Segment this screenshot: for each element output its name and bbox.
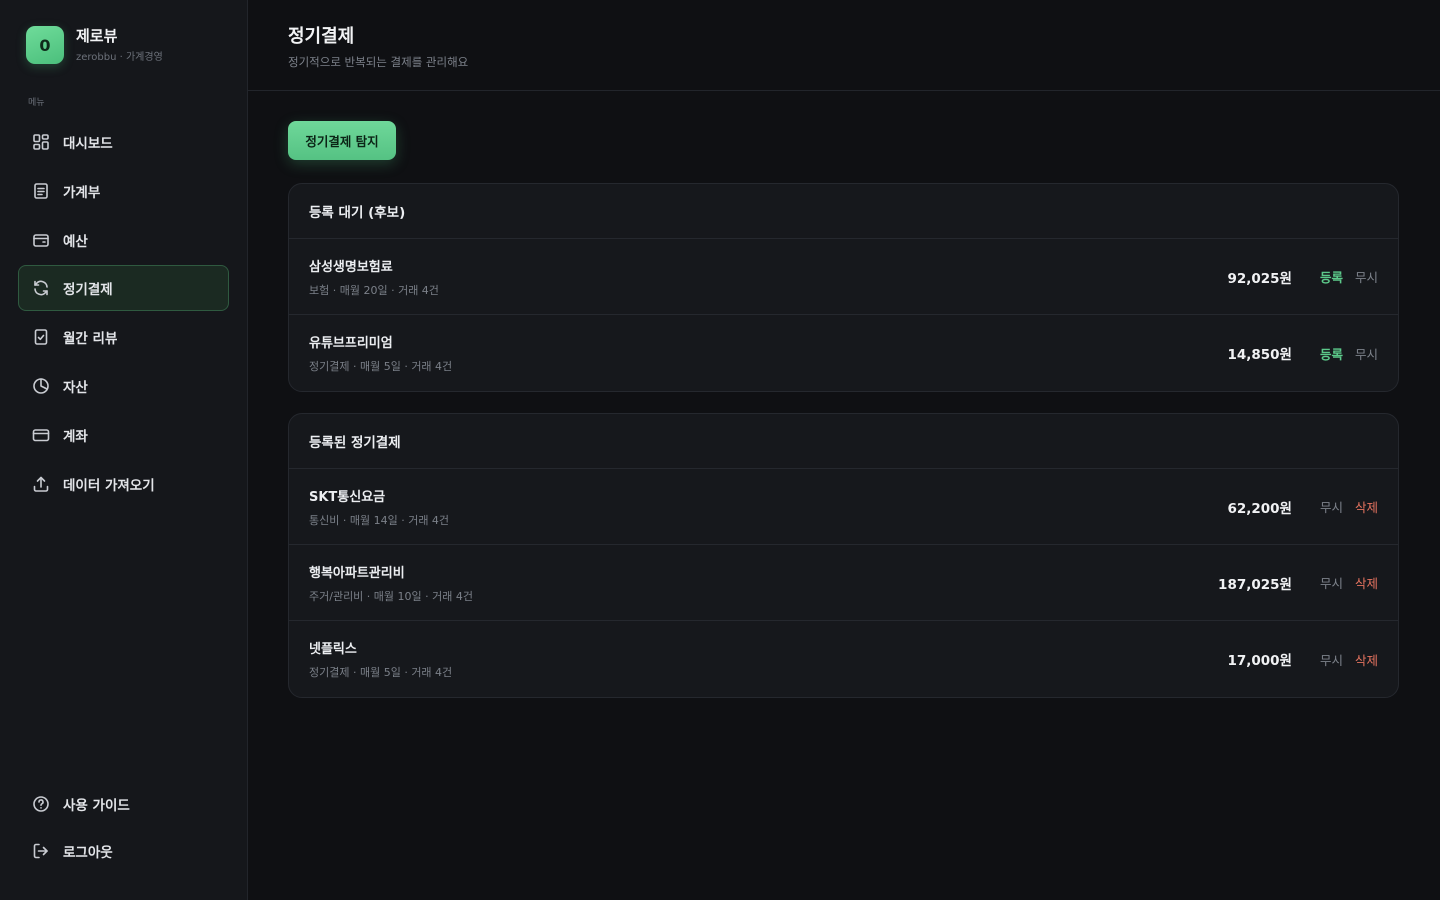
row-amount: 187,025원 [1218,576,1292,593]
brand-name: 제로뷰 [76,27,118,45]
row-name: 유튜브프리미엄 [309,336,393,351]
checklist-icon [32,328,50,346]
ignore-button[interactable]: 무시 [1320,650,1343,669]
sidebar-item-label: 계좌 [63,428,88,445]
ignore-button[interactable]: 무시 [1320,497,1343,516]
sidebar-item-label: 월간 리뷰 [63,331,118,348]
delete-button[interactable]: 삭제 [1355,497,1378,516]
sidebar-item-label: 예산 [63,233,88,250]
wallet-icon [32,231,50,249]
delete-button[interactable]: 삭제 [1355,573,1378,592]
row-amount: 92,025원 [1227,270,1292,287]
row-actions: 187,025원 무시 삭제 [1218,573,1378,593]
list-item: 삼성생명보험료 보험 · 매월 20일 · 거래 4건 92,025원 등록 무… [289,239,1398,315]
sidebar-item-guide[interactable]: 사용 가이드 [18,781,229,827]
row-meta: 정기결제 · 매월 5일 · 거래 4건 [309,360,453,373]
sidebar-item-label: 정기결제 [63,282,113,299]
pending-card: 등록 대기 (후보) 삼성생명보험료 보험 · 매월 20일 · 거래 4건 9… [288,183,1399,392]
list-item: 넷플릭스 정기결제 · 매월 5일 · 거래 4건 17,000원 무시 삭제 [289,621,1398,697]
sidebar-item-import[interactable]: 데이터 가져오기 [18,461,229,507]
page-title: 정기결제 [288,26,355,47]
ignore-button[interactable]: 무시 [1320,573,1343,592]
card-title: 등록된 정기결제 [289,414,1398,469]
sidebar-item-label: 사용 가이드 [63,798,130,814]
sidebar-item-monthly-review[interactable]: 월간 리뷰 [18,314,229,360]
sidebar-item-label: 대시보드 [63,136,113,152]
logout-icon [32,842,50,860]
row-amount: 14,850원 [1227,347,1292,363]
row-amount: 17,000원 [1227,653,1292,669]
row-name: 넷플릭스 [309,642,357,657]
row-name: 행복아파트관리비 [309,565,405,581]
sidebar-item-dashboard[interactable]: 대시보드 [18,119,229,165]
row-info: 유튜브프리미엄 정기결제 · 매월 5일 · 거래 4건 [309,332,452,374]
help-icon [32,795,50,813]
card-icon [32,426,50,444]
register-button[interactable]: 등록 [1320,267,1343,286]
ignore-button[interactable]: 무시 [1355,344,1378,363]
row-actions: 17,000원 무시 삭제 [1227,649,1378,670]
grid-icon [32,133,50,151]
row-meta: 정기결제 · 매월 5일 · 거래 4건 [309,666,453,679]
sidebar-nav: 대시보드 가계부 예산 정기결제 월간 리뷰 자산 계좌 데이터 가져오기 [18,119,229,509]
list-item: 유튜브프리미엄 정기결제 · 매월 5일 · 거래 4건 14,850원 등록 … [289,315,1398,391]
sidebar-item-budget[interactable]: 예산 [18,217,229,263]
sidebar-item-logout[interactable]: 로그아웃 [18,828,229,874]
row-info: 넷플릭스 정기결제 · 매월 5일 · 거래 4건 [309,638,452,680]
row-info: SKT통신요금 통신비 · 매월 14일 · 거래 4건 [309,486,449,528]
row-name: SKT통신요금 [309,489,386,505]
row-actions: 62,200원 무시 삭제 [1227,497,1378,517]
page-subtitle: 정기적으로 반복되는 결제를 관리해요 [288,55,469,69]
brand-logo: 0 [26,26,64,64]
row-meta: 통신비 · 매월 14일 · 거래 4건 [309,513,450,527]
row-amount: 62,200원 [1227,500,1292,517]
row-info: 행복아파트관리비 주거/관리비 · 매월 10일 · 거래 4건 [309,562,473,604]
row-meta: 보험 · 매월 20일 · 거래 4건 [309,283,439,297]
sidebar-bottom-nav: 사용 가이드 로그아웃 [18,781,229,875]
sidebar-item-ledger[interactable]: 가계부 [18,168,229,214]
ignore-button[interactable]: 무시 [1355,267,1378,286]
list-item: 행복아파트관리비 주거/관리비 · 매월 10일 · 거래 4건 187,025… [289,545,1398,621]
sidebar-item-assets[interactable]: 자산 [18,363,229,409]
app-root: 0 제로뷰 zerobbu · 가계경영 메뉴 대시보드 가계부 예산 정기결제… [0,0,1440,900]
page-header: 정기결제 정기적으로 반복되는 결제를 관리해요 [248,0,1440,91]
sidebar-item-subscriptions[interactable]: 정기결제 [18,265,229,312]
row-name: 삼성생명보험료 [309,259,393,275]
list-item: SKT통신요금 통신비 · 매월 14일 · 거래 4건 62,200원 무시 … [289,469,1398,545]
main-content: 정기결제 정기적으로 반복되는 결제를 관리해요 정기결제 탐지 등록 대기 (… [248,0,1440,900]
pie-chart-icon [32,377,50,395]
registered-card: 등록된 정기결제 SKT통신요금 통신비 · 매월 14일 · 거래 4건 62… [288,413,1399,698]
row-meta: 주거/관리비 · 매월 10일 · 거래 4건 [309,589,473,603]
sidebar-item-label: 로그아웃 [63,845,113,861]
sidebar-item-label: 자산 [63,379,88,396]
sidebar-item-accounts[interactable]: 계좌 [18,412,229,458]
row-info: 삼성생명보험료 보험 · 매월 20일 · 거래 4건 [309,256,439,298]
row-actions: 92,025원 등록 무시 [1227,267,1378,287]
brand-text: 제로뷰 zerobbu · 가계경영 [76,27,163,63]
delete-button[interactable]: 삭제 [1355,650,1378,669]
brand-subtitle: zerobbu · 가계경영 [76,52,163,63]
upload-icon [32,475,50,493]
detect-subscriptions-button[interactable]: 정기결제 탐지 [288,121,396,160]
refresh-icon [32,279,50,297]
menu-caption: 메뉴 [28,98,45,108]
row-actions: 14,850원 등록 무시 [1227,343,1378,364]
card-title: 등록 대기 (후보) [289,184,1398,239]
document-icon [32,182,50,200]
brand[interactable]: 0 제로뷰 zerobbu · 가계경영 [26,26,163,64]
sidebar-item-label: 데이터 가져오기 [63,477,155,494]
sidebar-item-label: 가계부 [63,184,101,201]
sidebar: 0 제로뷰 zerobbu · 가계경영 메뉴 대시보드 가계부 예산 정기결제… [0,0,248,900]
register-button[interactable]: 등록 [1320,344,1343,363]
